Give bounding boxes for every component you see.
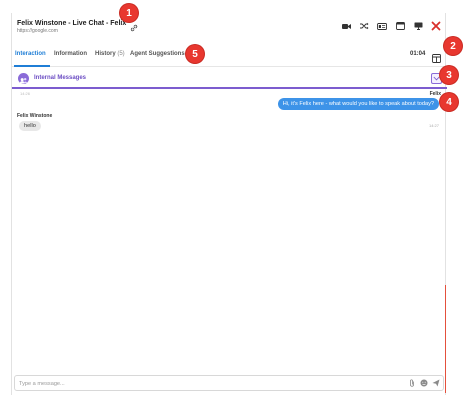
title-row: Felix Winstone - Live Chat - Felix xyxy=(17,19,138,32)
internal-messages-label: Internal Messages xyxy=(34,75,87,81)
emoji-icon[interactable] xyxy=(420,379,428,387)
tab-history[interactable]: History (5) xyxy=(95,51,125,57)
chat-window: Felix Winstone - Live Chat - Felix https… xyxy=(11,13,447,395)
agent-message-bubble: Hi, it's Felix here - what would you lik… xyxy=(277,98,439,110)
transfer-icon[interactable] xyxy=(359,21,369,31)
tab-label: Interaction xyxy=(15,51,46,57)
active-tab-indicator xyxy=(14,65,50,67)
id-card-icon[interactable] xyxy=(377,21,387,31)
internal-messages-bar[interactable]: Internal Messages xyxy=(12,69,447,89)
visitor-message-timestamp: 14:27 xyxy=(428,123,439,128)
tab-information[interactable]: Information xyxy=(54,51,87,57)
frame-accent-line xyxy=(445,285,446,393)
tab-agent-suggestions[interactable]: Agent Suggestions xyxy=(130,51,185,57)
attachment-icon[interactable] xyxy=(408,379,416,387)
monitor-icon[interactable] xyxy=(413,21,423,31)
chevron-down-icon xyxy=(433,76,440,81)
agent-name: Felix xyxy=(429,91,441,97)
close-icon[interactable] xyxy=(431,21,441,31)
chat-title: Felix Winstone - Live Chat - Felix xyxy=(17,19,127,27)
tab-bar: Interaction Information History (5) Agen… xyxy=(12,41,447,67)
composer-actions xyxy=(408,379,440,387)
tab-count: (5) xyxy=(117,51,125,57)
header-actions xyxy=(341,21,441,31)
tab-label: History xyxy=(95,51,116,57)
send-icon[interactable] xyxy=(432,379,440,387)
callout-1: 1 xyxy=(120,4,138,22)
layout-icon[interactable] xyxy=(432,50,441,63)
window-icon[interactable] xyxy=(395,21,405,31)
tab-label: Information xyxy=(54,51,87,57)
tab-label: Agent Suggestions xyxy=(130,51,185,57)
message-composer xyxy=(14,375,444,391)
visitor-message-bubble: hello xyxy=(19,121,41,131)
callout-4: 4 xyxy=(440,93,458,111)
chat-header: Felix Winstone - Live Chat - Felix https… xyxy=(12,13,447,39)
agent-message-timestamp: 14:26 xyxy=(20,91,31,96)
callout-5: 5 xyxy=(186,45,204,63)
callout-3: 3 xyxy=(440,66,458,84)
chat-timer: 01:04 xyxy=(410,51,426,57)
chat-url[interactable]: https://google.com xyxy=(17,28,58,34)
video-icon[interactable] xyxy=(341,21,351,31)
message-input[interactable] xyxy=(19,379,399,388)
visitor-name: Felix Winstone xyxy=(17,113,53,119)
internal-avatar-icon xyxy=(18,73,29,84)
tab-interaction[interactable]: Interaction xyxy=(15,51,46,57)
callout-2: 2 xyxy=(444,37,462,55)
